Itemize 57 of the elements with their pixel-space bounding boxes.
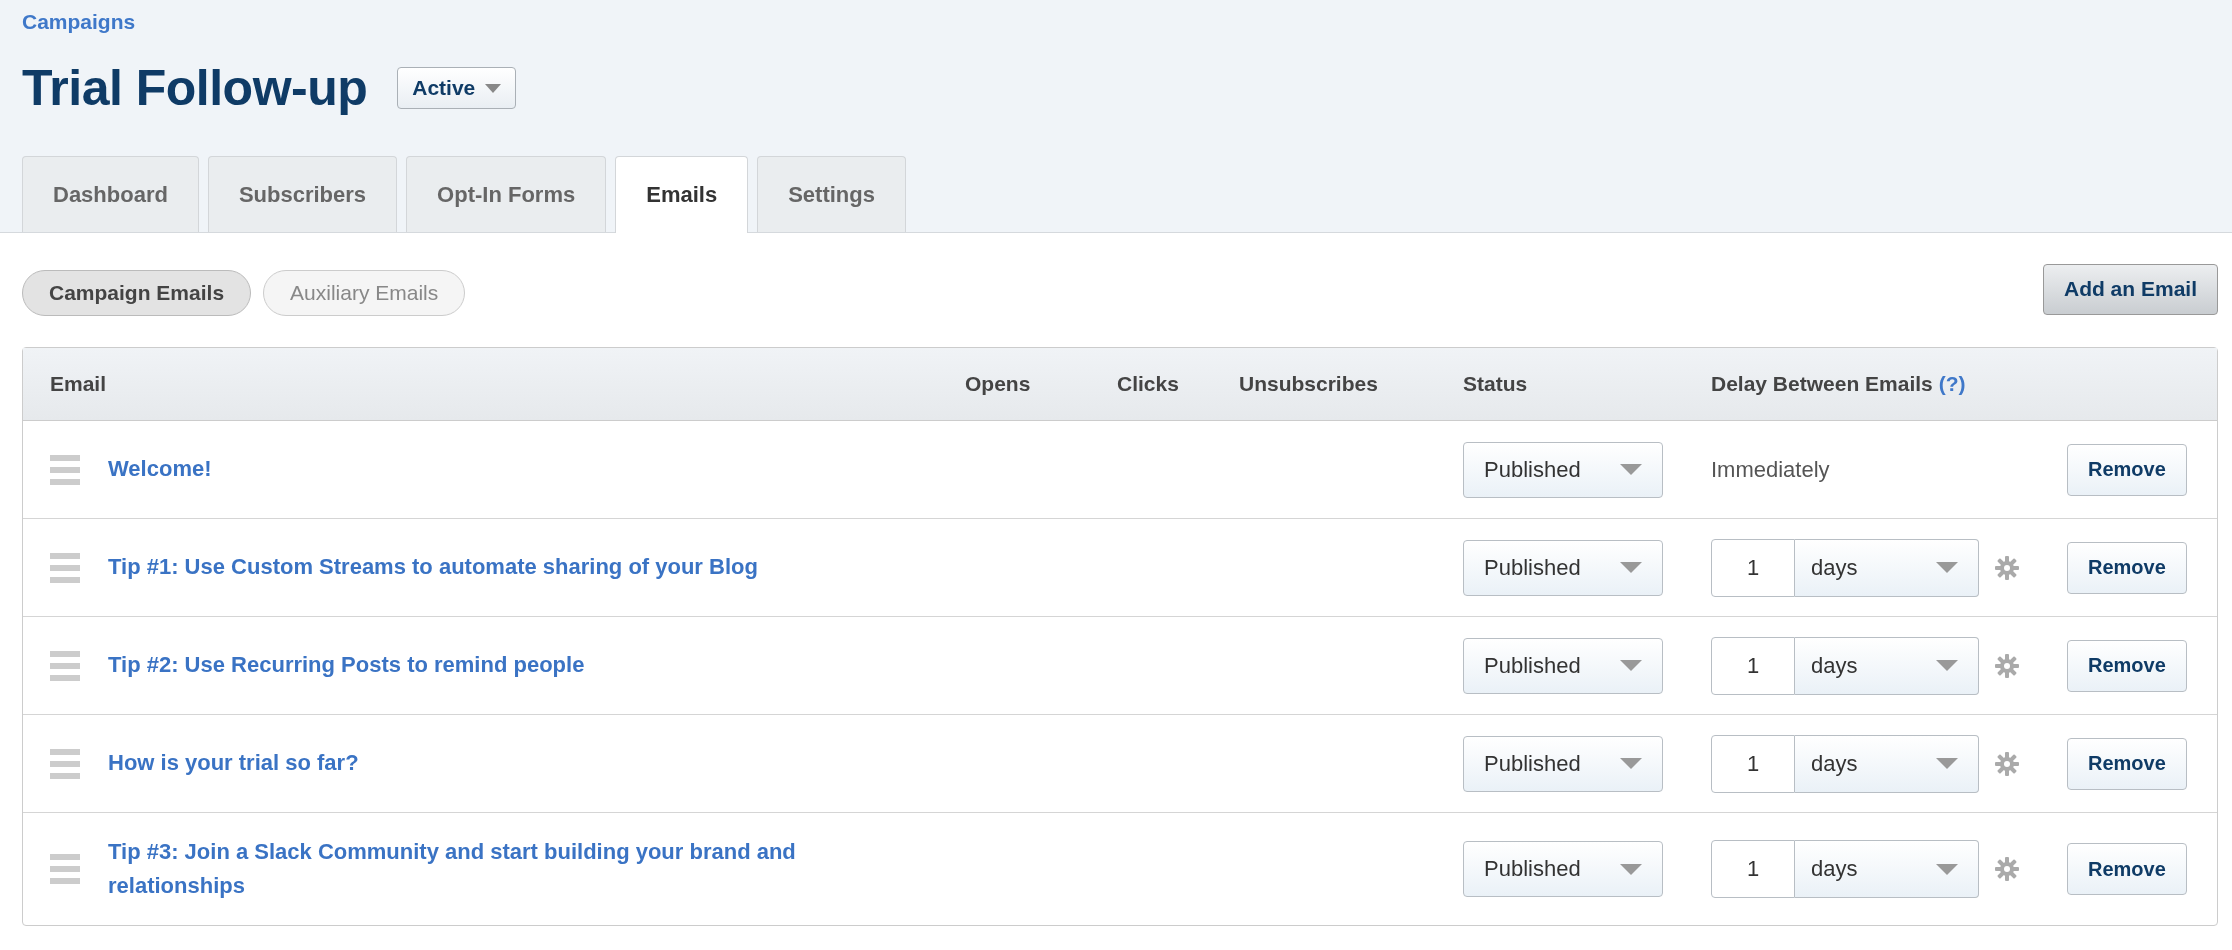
column-header: Opens — [965, 372, 1031, 395]
tab[interactable]: Emails — [615, 156, 749, 233]
page-title: Trial Follow-up — [22, 59, 368, 117]
status-select[interactable]: Published — [1463, 539, 1663, 596]
caret-icon — [485, 83, 502, 93]
remove-button[interactable]: Remove — [2067, 737, 2187, 790]
column-header: Delay Between Emails — [1711, 372, 1933, 396]
delay-input[interactable]: 1 — [1711, 538, 1795, 597]
unit-select[interactable]: days — [1795, 636, 1979, 695]
status-select[interactable]: Published — [1463, 735, 1663, 792]
remove-button[interactable]: Remove — [2067, 843, 2187, 895]
delay-input[interactable]: 1 — [1711, 734, 1795, 793]
unit-select[interactable]: days — [1795, 538, 1979, 597]
status-select[interactable]: Published — [1463, 841, 1663, 897]
caret-icon — [1620, 863, 1642, 875]
caret-icon — [1620, 464, 1642, 475]
caret-icon — [1936, 660, 1958, 671]
tab[interactable]: Subscribers — [207, 156, 398, 232]
status-select[interactable]: Published — [1463, 637, 1663, 694]
email-link[interactable]: Tip #3: Join a Slack Community and start building your brand and relationships — [108, 834, 908, 904]
status-dropdown[interactable]: Active — [397, 67, 517, 109]
tab[interactable]: Opt-In Forms — [406, 156, 607, 232]
tab[interactable]: Settings — [757, 156, 906, 232]
drag-handle-icon[interactable] — [50, 650, 80, 681]
unit-select[interactable]: days — [1795, 734, 1979, 793]
column-header: Email — [50, 372, 107, 395]
column-header: Clicks — [1117, 372, 1179, 395]
column-header: Unsubscribes — [1239, 372, 1378, 395]
delay-input[interactable]: 1 — [1711, 840, 1795, 898]
email-link[interactable]: How is your trial so far? — [108, 746, 359, 781]
breadcrumb-link[interactable]: Campaigns — [22, 10, 2232, 34]
remove-button[interactable]: Remove — [2067, 443, 2187, 496]
tab[interactable]: Dashboard — [22, 156, 199, 232]
remove-button[interactable]: Remove — [2067, 639, 2187, 692]
unit-select[interactable]: days — [1795, 840, 1979, 898]
caret-icon — [1620, 758, 1642, 769]
drag-handle-icon[interactable] — [50, 552, 80, 583]
settings-icon[interactable] — [1995, 857, 2019, 881]
caret-icon — [1936, 562, 1958, 573]
drag-handle-icon[interactable] — [50, 854, 80, 884]
filter-pill[interactable]: Campaign Emails — [22, 270, 252, 316]
caret-icon — [1936, 863, 1958, 875]
remove-button[interactable]: Remove — [2067, 541, 2187, 594]
caret-icon — [1620, 562, 1642, 573]
help-link[interactable]: (?) — [1938, 372, 1966, 396]
email-link[interactable]: Tip #1: Use Custom Streams to automate sharing of your Blog — [108, 550, 758, 585]
delay-text: Immediately — [1711, 456, 1830, 483]
drag-handle-icon[interactable] — [50, 454, 80, 485]
email-link[interactable]: Tip #2: Use Recurring Posts to remind people — [108, 648, 585, 683]
caret-icon — [1936, 758, 1958, 769]
column-header: Status — [1463, 372, 1528, 395]
email-link[interactable]: Welcome! — [108, 452, 212, 487]
caret-icon — [1620, 660, 1642, 671]
status-select[interactable]: Published — [1463, 441, 1663, 498]
drag-handle-icon[interactable] — [50, 748, 80, 779]
delay-input[interactable]: 1 — [1711, 636, 1795, 695]
add-email-button[interactable]: Add an Email — [2042, 263, 2218, 315]
